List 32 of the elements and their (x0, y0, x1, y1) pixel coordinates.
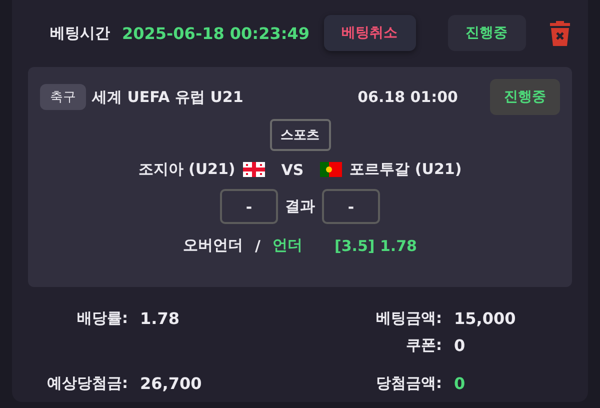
bet-time-label: 베팅시간 (50, 24, 110, 42)
away-score: - (322, 189, 380, 224)
away-team: 포르투갈 (U21) (350, 160, 462, 179)
league-name: 세계 UEFA 유럽 U21 (92, 88, 244, 106)
flag-icon (243, 162, 266, 177)
flag-icon (320, 162, 342, 177)
summary-value: 0 (454, 373, 466, 395)
summary-value: 1.78 (140, 308, 180, 330)
versus-label: VS (281, 160, 304, 178)
separator: / (255, 236, 260, 254)
bet-odds: [3.5] 1.78 (334, 236, 417, 254)
home-score: - (220, 189, 278, 224)
summary-value: 26,700 (140, 373, 203, 395)
summary-value: 0 (454, 335, 466, 357)
summary-label: 베팅금액: (375, 308, 442, 329)
bet-time: 2025-06-18 00:23:49 (122, 24, 310, 42)
summary-label: 당첨금액: (375, 373, 442, 394)
summary-label: 배당률: (76, 308, 128, 329)
trash-icon[interactable] (548, 19, 572, 47)
status-button[interactable]: 진행중 (448, 15, 526, 51)
cancel-bet-button[interactable]: 베팅취소 (324, 15, 416, 51)
match-status: 진행중 (490, 79, 560, 115)
market-name: 오버언더 (183, 236, 243, 255)
category-tag: 스포츠 (270, 119, 330, 151)
match-date: 06.18 01:00 (358, 88, 458, 106)
sport-tag: 축구 (40, 84, 86, 110)
summary-label: 쿠폰: (405, 335, 442, 356)
summary-label: 예상당첨금: (46, 373, 128, 394)
summary-value: 15,000 (454, 308, 517, 330)
bet-pick: 언더 (272, 236, 302, 255)
home-team: 조지아 (U21) (138, 160, 236, 179)
result-label: 결과 (285, 197, 315, 216)
